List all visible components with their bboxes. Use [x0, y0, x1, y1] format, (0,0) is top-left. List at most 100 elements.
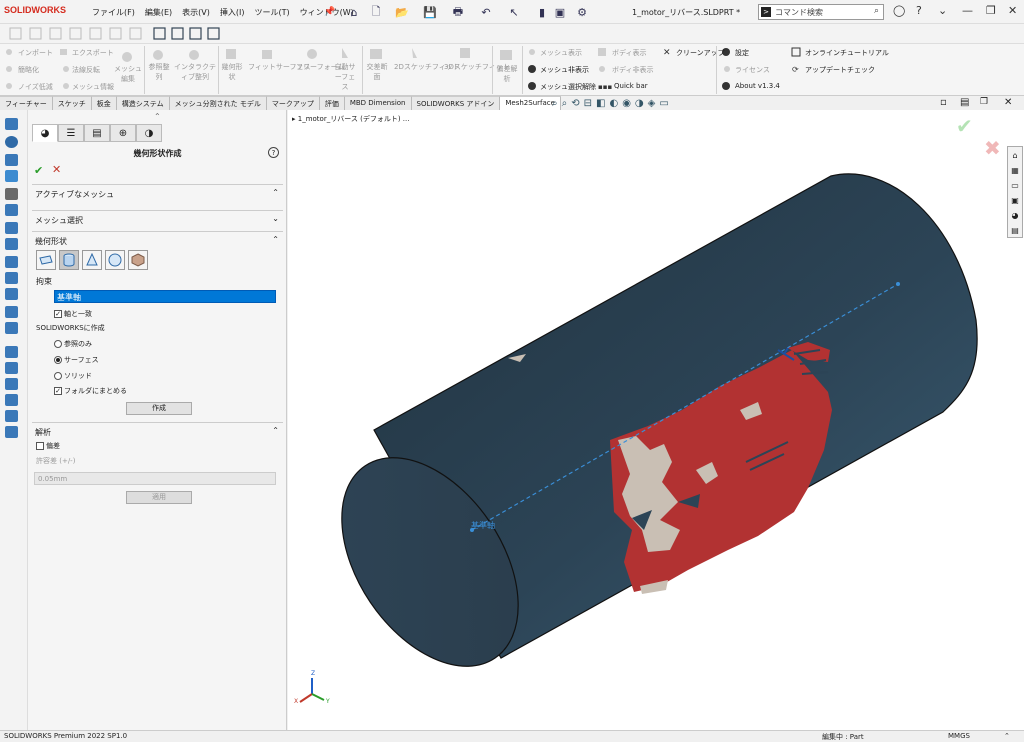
- print-icon[interactable]: 🖶: [450, 4, 466, 20]
- shape-cone-button[interactable]: [82, 250, 102, 270]
- cm-interactive-align-button[interactable]: インタラクティブ整列: [174, 62, 216, 82]
- shape-freeform-button[interactable]: [128, 250, 148, 270]
- cm-online-tutorial-button[interactable]: オンラインチュートリアル: [805, 48, 889, 58]
- tab-features[interactable]: フィーチャー: [0, 96, 53, 110]
- align-axis-checkbox[interactable]: ✓: [54, 310, 62, 318]
- tab-sketch[interactable]: スケッチ: [52, 96, 92, 110]
- cm-license-button[interactable]: ライセンス: [735, 65, 770, 75]
- tab-solidworks-addins[interactable]: SOLIDWORKS アドイン: [411, 96, 501, 110]
- graphics-area[interactable]: ▸ 1_motor_リバース (デフォルト) ... ⌕ ⌕ ⟲ ⊟ ◧ ◐ ◉…: [288, 97, 1024, 730]
- wrap-icon[interactable]: [5, 362, 18, 374]
- hole-wizard-icon[interactable]: [5, 222, 18, 234]
- cm-cross-section-button[interactable]: 交差断面: [364, 62, 390, 82]
- boundary-cut-icon[interactable]: [5, 288, 18, 300]
- cm-noise-reduction-button[interactable]: ノイズ低減: [18, 82, 53, 92]
- traffic-light-icon[interactable]: ▮: [534, 4, 550, 20]
- viewport-restore-icon[interactable]: ❐: [980, 97, 988, 107]
- pin-icon[interactable]: 📌: [322, 4, 338, 20]
- cm-simplify-button[interactable]: 簡略化: [18, 65, 39, 75]
- cm-show-body-button[interactable]: ボディ表示: [612, 48, 647, 58]
- draft-icon[interactable]: [5, 378, 18, 390]
- section-mesh-select[interactable]: メッシュ選択 ⌄: [32, 210, 283, 230]
- cm-about-button[interactable]: About v1.3.4: [735, 82, 780, 90]
- viewport-tile-icon[interactable]: ▤: [960, 97, 969, 108]
- cm-hide-body-button[interactable]: ボディ非表示: [612, 65, 654, 75]
- shape-cylinder-button[interactable]: [59, 250, 79, 270]
- restore-icon[interactable]: ❐: [986, 4, 996, 17]
- cm-update-check-button[interactable]: アップデートチェック: [805, 65, 875, 75]
- tab-markup[interactable]: マークアップ: [266, 96, 320, 110]
- curves-icon[interactable]: [5, 410, 18, 422]
- instant3d-icon[interactable]: [5, 426, 18, 438]
- cm-auto-surface-button[interactable]: 自動サーフェス: [332, 62, 358, 92]
- fillet-icon[interactable]: [5, 306, 18, 318]
- cm-flip-normal-button[interactable]: 法線反転: [72, 65, 100, 75]
- section-active-mesh[interactable]: アクティブなメッシュ ⌃: [32, 184, 283, 204]
- sweep-cut-icon[interactable]: [5, 256, 18, 268]
- cm-mesh-info-button[interactable]: メッシュ情報: [72, 82, 114, 92]
- search-icon[interactable]: ⌕: [874, 6, 879, 16]
- cancel-x-button[interactable]: ✕: [52, 163, 61, 176]
- cm-mesh-edit-button[interactable]: メッシュ編集: [114, 64, 142, 84]
- revolve-boss-icon[interactable]: [5, 136, 18, 148]
- select-arrow-icon[interactable]: ↖: [506, 4, 522, 20]
- revolve-cut-icon[interactable]: [5, 238, 18, 250]
- rib-icon[interactable]: [5, 346, 18, 358]
- chevron-down-icon[interactable]: ⌄: [272, 214, 279, 223]
- chevron-up-icon[interactable]: ⌃: [272, 188, 279, 197]
- undo-icon[interactable]: ↶: [478, 4, 494, 20]
- viewport-minimize-icon[interactable]: ▫: [940, 97, 947, 108]
- rebuild-icon[interactable]: ▣: [552, 4, 568, 20]
- cm-reference-align-button[interactable]: 参照整列: [146, 62, 172, 82]
- chevron-up-icon[interactable]: ⌃: [272, 426, 279, 435]
- cm-import-button[interactable]: インポート: [18, 48, 53, 58]
- close-icon[interactable]: ✕: [1008, 4, 1017, 17]
- menu-file[interactable]: ファイル(F): [92, 7, 135, 18]
- boundary-boss-icon[interactable]: [5, 188, 18, 200]
- minimize-icon[interactable]: —: [962, 4, 973, 17]
- tolerance-input[interactable]: 0.05mm: [34, 472, 276, 485]
- loft-cut-icon[interactable]: [5, 272, 18, 284]
- tab-structure-system[interactable]: 構造システム: [116, 96, 170, 110]
- cm-geometry-button[interactable]: 幾何形状: [220, 62, 244, 82]
- cm-show-mesh-button[interactable]: メッシュ表示: [540, 48, 582, 58]
- section-geometry[interactable]: 幾何形状 ⌃: [32, 231, 283, 251]
- surface-option[interactable]: サーフェス: [54, 355, 99, 365]
- chevron-down-icon[interactable]: ⌄: [938, 4, 947, 17]
- pm-tab-feature-tree-icon[interactable]: ☰: [58, 124, 84, 142]
- menu-tools[interactable]: ツール(T): [254, 7, 289, 18]
- pm-tab-config-icon[interactable]: ⊕: [110, 124, 136, 142]
- help-icon[interactable]: ?: [268, 147, 279, 158]
- ok-check-button[interactable]: ✔: [34, 164, 43, 177]
- shape-sphere-button[interactable]: [105, 250, 125, 270]
- status-expand-icon[interactable]: ⌃: [1004, 732, 1010, 740]
- pm-tab-mesh2surface-icon[interactable]: ◕: [32, 124, 58, 142]
- group-folder-option[interactable]: ✓ フォルダにまとめる: [54, 386, 127, 396]
- pm-tab-appearance-icon[interactable]: ◑: [136, 124, 162, 142]
- axis-endpoint-handle[interactable]: [896, 282, 900, 286]
- cm-quick-bar-button[interactable]: Quick bar: [614, 82, 648, 90]
- new-document-icon[interactable]: 🗋: [368, 4, 384, 20]
- menu-edit[interactable]: 編集(E): [145, 7, 172, 18]
- chevron-up-icon[interactable]: ⌃: [272, 235, 279, 244]
- save-icon[interactable]: 💾: [422, 4, 438, 20]
- options-gear-icon[interactable]: ⚙: [574, 4, 590, 20]
- deviation-checkbox[interactable]: [36, 442, 44, 450]
- loft-boss-icon[interactable]: [5, 170, 18, 182]
- tab-mbd-dimension[interactable]: MBD Dimension: [344, 96, 412, 110]
- create-button[interactable]: 作成: [126, 402, 192, 415]
- cm-hide-mesh-button[interactable]: メッシュ非表示: [540, 65, 589, 75]
- cm-deviation-analysis-button[interactable]: 偏差解析: [494, 64, 520, 84]
- pm-collapse-icon[interactable]: ⌃: [154, 112, 161, 121]
- pm-tab-property-icon[interactable]: ▤: [84, 124, 110, 142]
- menu-insert[interactable]: 挿入(I): [220, 7, 245, 18]
- apply-button[interactable]: 適用: [126, 491, 192, 504]
- deviation-option[interactable]: 偏差: [36, 441, 60, 451]
- cm-settings-button[interactable]: 設定: [735, 48, 749, 58]
- section-analysis[interactable]: 解析 ⌃: [32, 422, 283, 442]
- cm-export-button[interactable]: エクスポート: [72, 48, 114, 58]
- shape-plane-button[interactable]: [36, 250, 56, 270]
- sweep-boss-icon[interactable]: [5, 154, 18, 166]
- align-axis-option[interactable]: ✓ 軸と一致: [54, 309, 92, 319]
- cm-cleanup-button[interactable]: クリーンアップ: [676, 48, 725, 58]
